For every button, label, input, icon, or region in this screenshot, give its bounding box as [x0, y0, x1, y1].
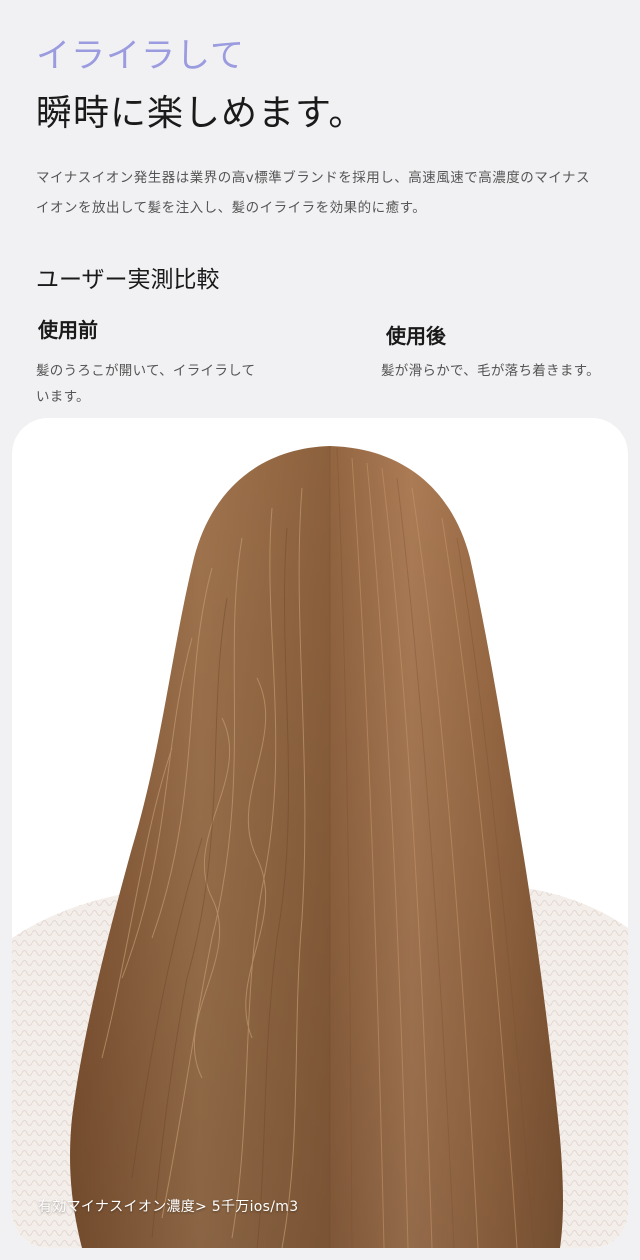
- hair-illustration: [12, 446, 628, 1248]
- comparison-section-title: ユーザー実測比較: [36, 267, 220, 293]
- hair-comparison-photo: [12, 418, 628, 1248]
- ion-concentration-label: 有効マイナスイオン濃度> 5千万ios/m3: [38, 1199, 299, 1215]
- after-title: 使用後: [386, 324, 446, 348]
- headline-main: 瞬時に楽しめます。: [36, 93, 366, 134]
- product-description: マイナスイオン発生器は業界の高v標準ブランドを採用し、高速風速で高濃度のマイナス…: [36, 170, 590, 216]
- before-description: 髪のうろこが開いて、イライラしています。: [36, 363, 256, 405]
- before-title: 使用前: [38, 318, 98, 342]
- after-description: 髪が滑らかで、毛が落ち着きます。: [381, 363, 600, 379]
- headline-accent: イライラして: [36, 36, 245, 76]
